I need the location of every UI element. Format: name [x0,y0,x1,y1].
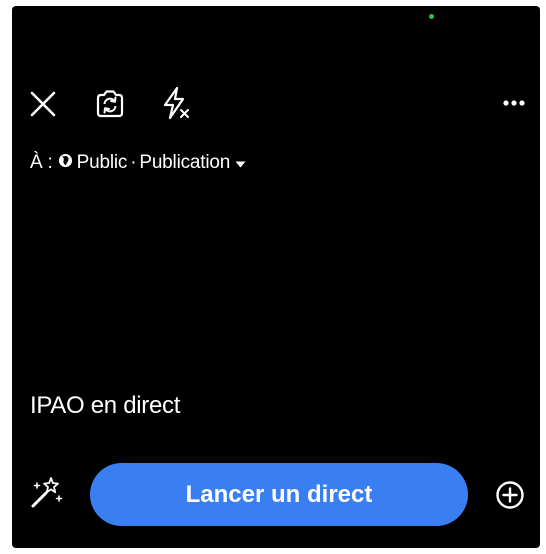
audience-prefix: À : [30,152,53,173]
audience-selector[interactable]: À : Public · Publication [30,152,246,174]
live-title-input[interactable]: IPAO en direct [30,392,180,420]
audience-privacy: Public [76,152,128,173]
close-icon[interactable] [30,91,56,117]
flash-off-icon[interactable] [160,86,192,120]
caret-down-icon [235,152,246,174]
audience-separator: · [130,152,137,173]
more-options-icon[interactable] [502,99,526,107]
status-indicator-dot [429,14,434,19]
magic-wand-icon[interactable] [29,474,65,510]
audience-destination: Publication [139,152,231,173]
camera-flip-icon[interactable] [94,89,126,119]
globe-icon [58,152,73,174]
go-live-button[interactable]: Lancer un direct [90,463,468,526]
live-camera-screen: À : Public · Publication IPAO en direct … [12,6,540,548]
add-circle-icon[interactable] [495,480,525,510]
